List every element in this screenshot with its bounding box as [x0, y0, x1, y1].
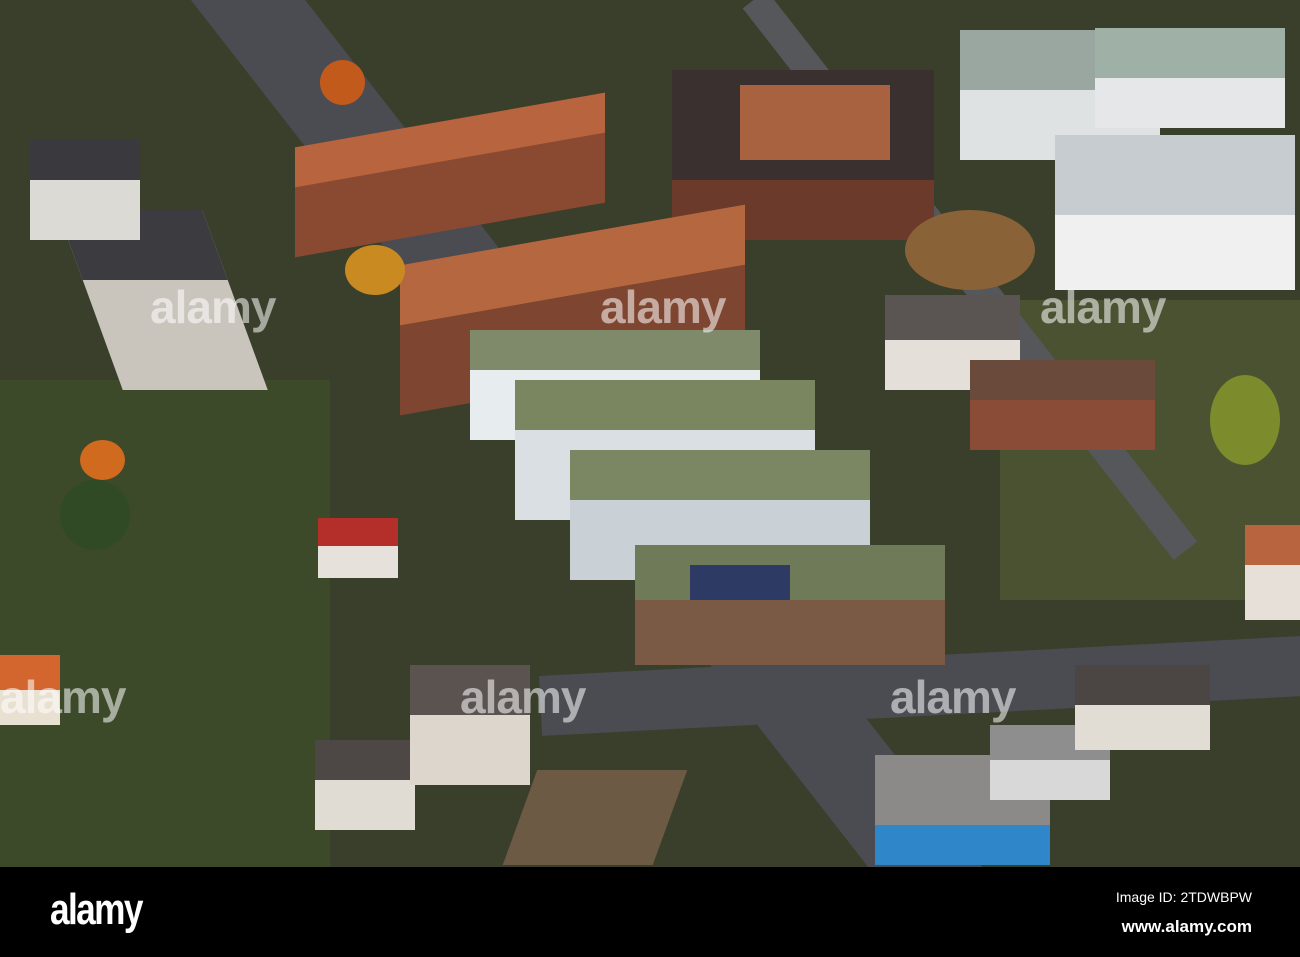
apartment-building-northwest [30, 140, 140, 240]
watermark-alamy: alamy [1040, 281, 1166, 333]
residential-greenery [0, 380, 330, 867]
house-red-roof [318, 518, 398, 578]
house-orange-roof [1245, 525, 1300, 620]
watermark-alamy: alamy [150, 281, 276, 333]
watermark-alamy: alamy [890, 671, 1016, 723]
autumn-tree [80, 440, 125, 480]
house-east [1075, 665, 1210, 750]
solar-panels [690, 565, 790, 600]
aerial-photo: alamy alamy alamy alamy alamy alamy [0, 0, 1300, 867]
construction-site [502, 770, 688, 865]
brick-building-roof [740, 85, 890, 160]
site-url: www.alamy.com [1121, 917, 1252, 936]
white-office-building-2 [1095, 28, 1285, 128]
greenhouse-building [1055, 135, 1295, 290]
tree [60, 480, 130, 550]
tree [1210, 375, 1280, 465]
autumn-tree [320, 60, 365, 105]
brick-residential-building [970, 360, 1155, 450]
image-id: Image ID: 2TDWBPW [1115, 889, 1252, 905]
watermark-alamy: alamy [600, 281, 726, 333]
autumn-tree [345, 245, 405, 295]
tree-cluster [905, 210, 1035, 290]
alamy-logo: alamy [50, 885, 143, 934]
watermark-alamy: alamy [460, 671, 586, 723]
watermark-alamy: alamy [0, 671, 126, 723]
footer-bar: alamy Image ID: 2TDWBPW www.alamy.com [0, 867, 1300, 957]
house-south [315, 740, 415, 830]
modern-complex-main-building [635, 545, 945, 665]
